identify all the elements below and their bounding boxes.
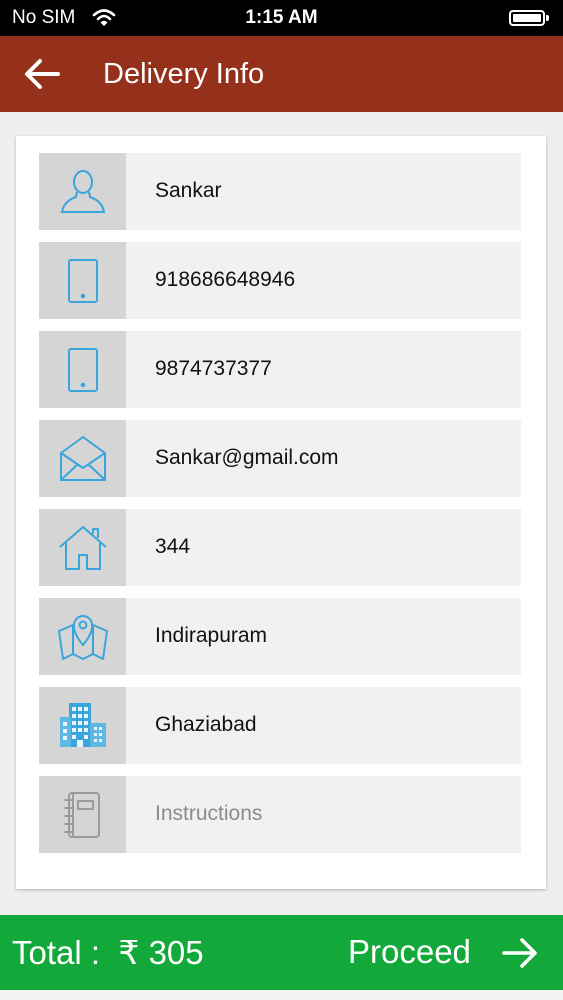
instructions-field[interactable]: Instructions (39, 776, 521, 853)
envelope-icon (60, 436, 106, 481)
locality-field[interactable]: Indirapuram (39, 598, 521, 675)
field-icon-box (39, 598, 126, 675)
currency-symbol: ₹ (118, 934, 140, 971)
field-icon-box (39, 776, 126, 853)
back-arrow-icon[interactable] (22, 56, 62, 92)
status-bar: No SIM 1:15 AM (0, 0, 563, 36)
name-field[interactable]: Sankar (39, 153, 521, 230)
instructions-placeholder: Instructions (155, 802, 263, 825)
field-icon-box (39, 153, 126, 230)
field-icon-box (39, 331, 126, 408)
delivery-form-card: Sankar 918686648946 9874737377 Sankar@gm… (16, 136, 546, 889)
field-icon-box (39, 687, 126, 764)
house-number-field[interactable]: 344 (39, 509, 521, 586)
alt-phone-field[interactable]: 9874737377 (39, 331, 521, 408)
house-icon (59, 526, 107, 570)
building-icon (60, 703, 106, 747)
total-amount: Total : ₹ 305 (12, 933, 204, 972)
name-value: Sankar (155, 179, 222, 202)
total-label: Total : (12, 934, 101, 971)
locality-value: Indirapuram (155, 624, 268, 647)
field-icon-box (39, 420, 126, 497)
notebook-icon (64, 792, 100, 838)
bottom-strip (0, 990, 563, 1000)
phone-value: 918686648946 (155, 268, 296, 291)
battery-tip (546, 15, 549, 21)
email-value: Sankar@gmail.com (155, 446, 339, 469)
checkout-bar: Total : ₹ 305 Proceed (0, 915, 563, 990)
mobile-icon (68, 259, 98, 303)
clock: 1:15 AM (245, 7, 318, 28)
mobile-icon (68, 348, 98, 392)
battery-icon (509, 10, 545, 26)
user-icon (60, 170, 106, 213)
field-icon-box (39, 509, 126, 586)
total-value: 305 (148, 934, 204, 971)
city-field[interactable]: Ghaziabad (39, 687, 521, 764)
proceed-button[interactable]: Proceed (348, 933, 471, 971)
page-title: Delivery Info (103, 58, 265, 90)
house-number-value: 344 (155, 535, 191, 558)
phone-field[interactable]: 918686648946 (39, 242, 521, 319)
alt-phone-value: 9874737377 (155, 357, 272, 380)
city-value: Ghaziabad (155, 713, 257, 736)
email-field[interactable]: Sankar@gmail.com (39, 420, 521, 497)
arrow-right-icon[interactable] (501, 935, 539, 971)
map-pin-icon (58, 615, 108, 660)
app-header: Delivery Info (0, 36, 563, 112)
field-icon-box (39, 242, 126, 319)
